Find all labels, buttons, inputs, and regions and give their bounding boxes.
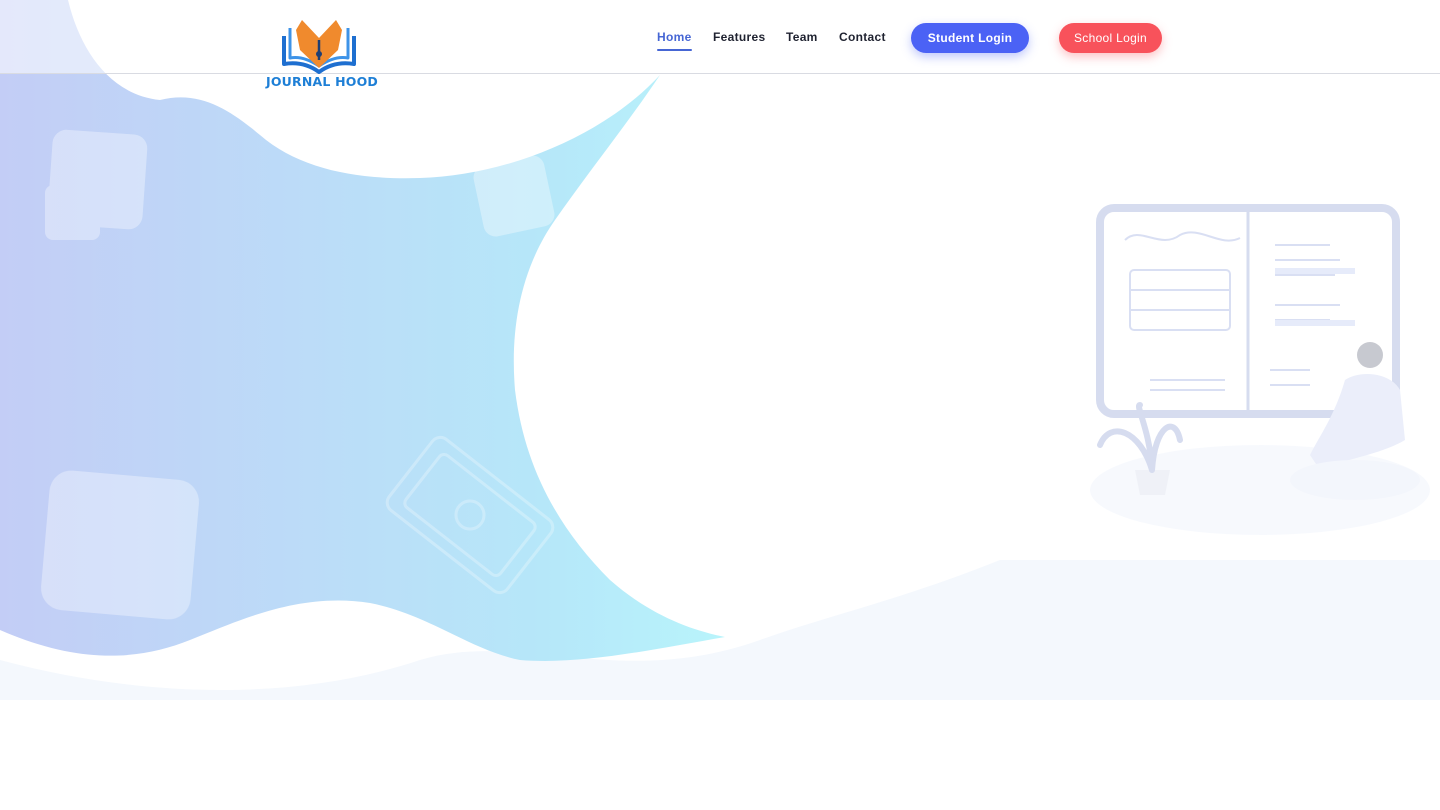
nav-link-features[interactable]: Features <box>713 30 765 44</box>
active-nav-underline <box>657 49 692 51</box>
school-login-label: School Login <box>1074 31 1147 45</box>
brand-name: JOURNAL HOOD <box>266 74 378 89</box>
brand-logo[interactable]: JOURNAL HOOD <box>266 14 378 90</box>
nav-link-contact[interactable]: Contact <box>839 30 886 44</box>
journal-book-illustration-icon <box>1090 204 1430 535</box>
student-login-label: Student Login <box>927 31 1013 45</box>
nav-link-home[interactable]: Home <box>657 30 692 51</box>
nav-link-features-label: Features <box>713 30 766 44</box>
nav-link-team-label: Team <box>786 30 818 44</box>
nav-link-contact-label: Contact <box>839 30 886 44</box>
nav-link-home-label: Home <box>657 30 692 44</box>
journal-book-logo-icon <box>282 20 356 74</box>
nav-link-team[interactable]: Team <box>786 30 818 44</box>
school-login-button[interactable]: School Login <box>1059 23 1162 53</box>
top-navbar: JOURNAL HOOD Home Features Team Contact … <box>0 0 1440 89</box>
student-login-button[interactable]: Student Login <box>911 23 1029 53</box>
